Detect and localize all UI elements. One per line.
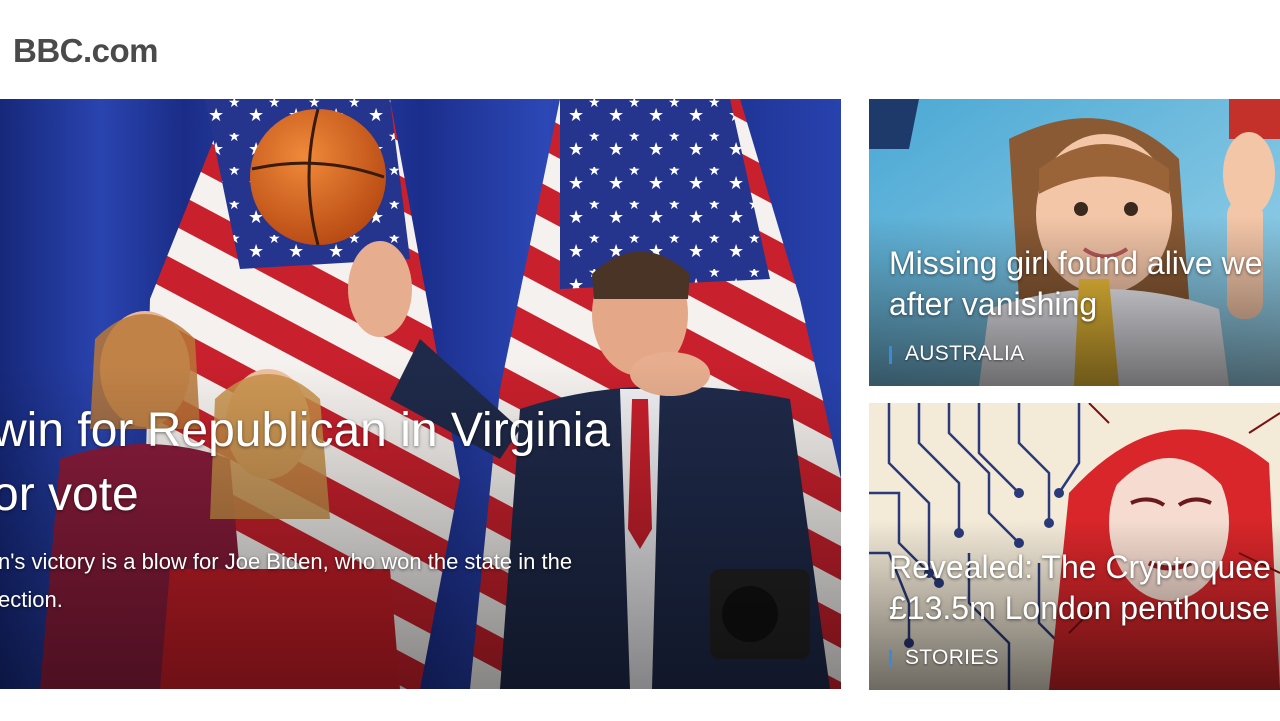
title-line: Missing girl found alive we xyxy=(889,245,1263,281)
side-story-card-2[interactable]: Revealed: The Cryptoquee £13.5m London p… xyxy=(869,403,1280,690)
title-line: after vanishing xyxy=(889,286,1098,322)
side-story-tag[interactable]: STORIES xyxy=(889,646,999,670)
side-story-card-1[interactable]: Missing girl found alive we after vanish… xyxy=(869,99,1280,386)
headline-line: or vote xyxy=(0,468,139,521)
side-story-tag[interactable]: AUSTRALIA xyxy=(889,342,1024,366)
title-line: £13.5m London penthouse xyxy=(889,590,1270,626)
lead-story-text: win for Republican in Virginia or vote n… xyxy=(0,99,841,689)
side-story-title[interactable]: Missing girl found alive we after vanish… xyxy=(889,243,1280,325)
lead-story-card[interactable]: ★ ★ xyxy=(0,99,841,689)
title-line: Revealed: The Cryptoquee xyxy=(889,549,1271,585)
tag-label: AUSTRALIA xyxy=(905,342,1025,365)
tag-accent-bar xyxy=(889,346,892,364)
site-header: BBC.com xyxy=(0,0,1280,99)
side-story-title[interactable]: Revealed: The Cryptoquee £13.5m London p… xyxy=(889,547,1280,629)
tag-label: STORIES xyxy=(905,646,999,669)
summary-line: n's victory is a blow for Joe Biden, who… xyxy=(0,549,573,574)
summary-line: ection. xyxy=(0,587,63,612)
tag-accent-bar xyxy=(889,650,892,668)
headline-line: win for Republican in Virginia xyxy=(0,404,611,457)
lead-story-summary: n's victory is a blow for Joe Biden, who… xyxy=(0,543,758,619)
lead-story-headline[interactable]: win for Republican in Virginia or vote xyxy=(0,399,832,527)
site-logo[interactable]: BBC.com xyxy=(13,32,159,70)
